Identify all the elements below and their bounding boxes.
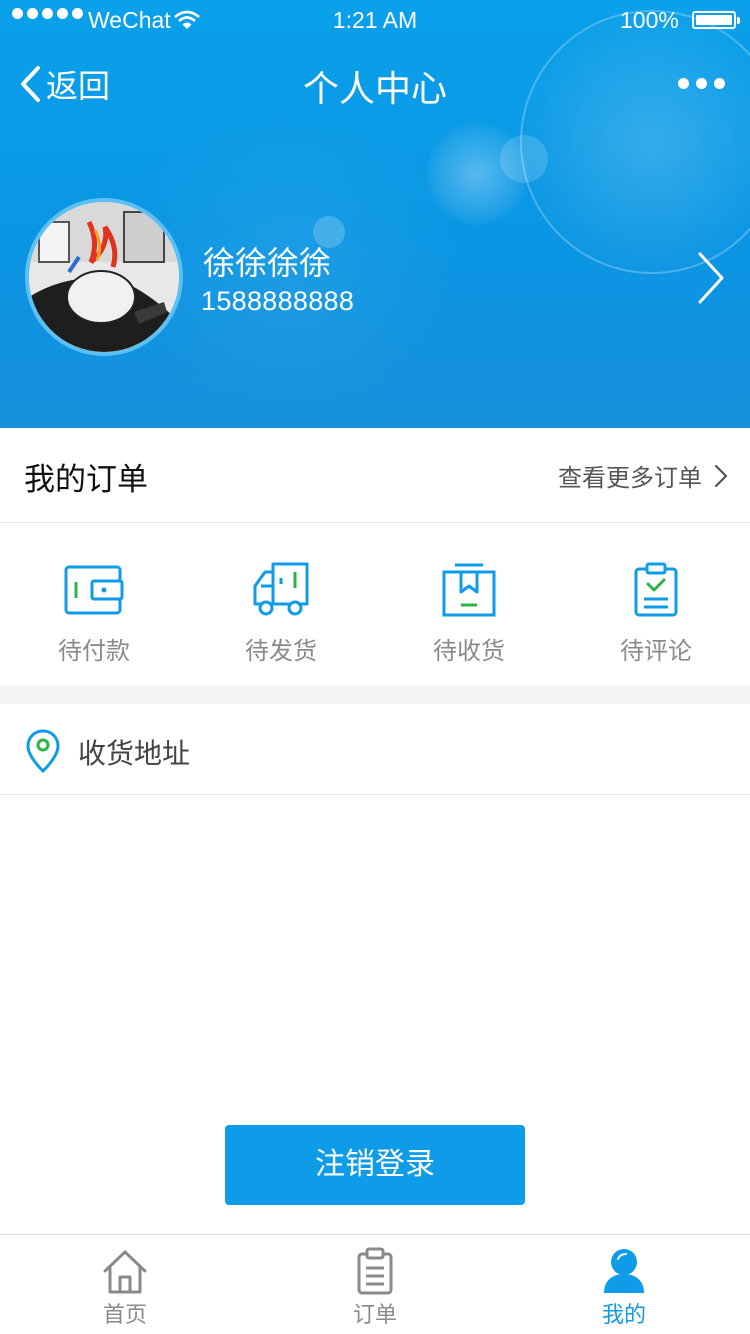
order-status-label: 待评论 [620, 637, 692, 665]
view-more-orders-link[interactable]: 查看更多订单 [558, 458, 728, 493]
location-pin-icon [26, 729, 60, 773]
user-name: 徐徐徐徐 [203, 244, 332, 282]
tab-label: 首页 [102, 1303, 147, 1328]
chevron-right-icon[interactable] [690, 248, 730, 308]
logout-button[interactable]: 注销登录 [225, 1125, 525, 1205]
order-pending-shipment[interactable]: 待发货 [206, 561, 356, 666]
user-phone: 1588888888 [201, 286, 355, 316]
battery-percent: 100% [620, 7, 679, 33]
truck-icon [253, 562, 309, 616]
avatar-illustration [29, 202, 179, 352]
more-menu-button[interactable] [678, 78, 725, 89]
order-status-row: 待付款 待发货 待收货 待评论 [0, 523, 750, 685]
more-dot-icon [678, 78, 689, 89]
profile-header: WeChat 1:21 AM 100% 返回 个人中心 徐徐徐徐 1588888… [0, 0, 750, 428]
tab-label: 我的 [601, 1303, 646, 1328]
battery-icon [692, 11, 740, 29]
more-dot-icon [696, 78, 707, 89]
chevron-right-icon [714, 464, 728, 487]
lens-flare [500, 135, 548, 183]
tab-home[interactable]: 首页 [50, 1245, 200, 1329]
more-dot-icon [714, 78, 725, 89]
view-more-orders-label: 查看更多订单 [558, 464, 702, 492]
tab-bar: 首页 订单 我的 [0, 1234, 750, 1334]
address-label: 收货地址 [78, 737, 191, 770]
order-pending-review[interactable]: 待评论 [581, 561, 731, 666]
tab-orders[interactable]: 订单 [300, 1245, 450, 1329]
orders-title: 我的订单 [24, 462, 148, 498]
order-status-label: 待付款 [58, 637, 130, 665]
status-bar: WeChat 1:21 AM 100% [0, 0, 750, 40]
order-pending-payment[interactable]: 待付款 [19, 561, 169, 666]
section-divider [0, 685, 750, 704]
lens-flare [520, 10, 750, 274]
wallet-icon [64, 565, 124, 615]
order-pending-receipt[interactable]: 待收货 [394, 561, 544, 666]
avatar[interactable] [25, 198, 183, 356]
order-status-label: 待发货 [245, 637, 317, 665]
clipboard-icon [357, 1247, 393, 1295]
tab-label: 订单 [352, 1303, 397, 1328]
clipboard-check-icon [634, 562, 678, 617]
package-icon [442, 563, 496, 617]
address-row[interactable]: 收货地址 [0, 704, 750, 795]
page-title: 个人中心 [302, 69, 447, 110]
tab-mine[interactable]: 我的 [549, 1245, 699, 1329]
home-icon [103, 1250, 147, 1294]
order-status-label: 待收货 [433, 637, 505, 665]
user-icon [604, 1249, 644, 1293]
orders-section-header: 我的订单 查看更多订单 [0, 428, 750, 523]
